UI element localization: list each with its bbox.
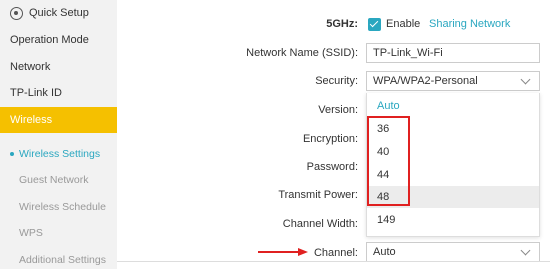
- annotation-highlight-box: [367, 116, 410, 206]
- ssid-label: Network Name (SSID):: [246, 47, 358, 59]
- channel-label: Channel:: [313, 247, 358, 259]
- sidebar-item-quick-setup[interactable]: Quick Setup: [0, 0, 117, 26]
- security-label: Security:: [315, 75, 358, 87]
- sidebar-item-wireless[interactable]: Wireless: [0, 107, 117, 133]
- quick-setup-icon: [10, 6, 23, 20]
- sidebar-subitem-label: Guest Network: [19, 174, 89, 186]
- sharing-network-link[interactable]: Sharing Network: [429, 18, 510, 30]
- sidebar-subitem-wps[interactable]: WPS: [0, 220, 117, 246]
- sidebar-subitem-label: WPS: [19, 227, 43, 239]
- current-dot-icon: [10, 152, 14, 156]
- band-label: 5GHz:: [326, 18, 358, 30]
- password-label: Password:: [306, 161, 358, 173]
- sidebar-item-label: Network: [10, 61, 51, 73]
- divider: [117, 261, 550, 262]
- ssid-input[interactable]: TP-Link_Wi-Fi: [366, 43, 540, 63]
- sidebar-item-operation-mode[interactable]: Operation Mode: [0, 27, 117, 53]
- ssid-value: TP-Link_Wi-Fi: [373, 47, 443, 59]
- enable-checkbox[interactable]: [368, 18, 381, 31]
- channel-value: Auto: [373, 246, 396, 258]
- sidebar-subitem-wireless-schedule[interactable]: Wireless Schedule: [0, 194, 117, 220]
- encryption-label: Encryption:: [302, 133, 358, 145]
- sidebar-item-label: Wireless: [10, 114, 53, 126]
- sidebar-item-label: TP-Link ID: [10, 87, 62, 99]
- channel-option-auto[interactable]: Auto: [367, 95, 539, 117]
- channel-option-149[interactable]: 149: [367, 209, 539, 231]
- sidebar-item-label: Operation Mode: [10, 34, 89, 46]
- security-select[interactable]: WPA/WPA2-Personal: [366, 71, 540, 91]
- sidebar-subitem-label: Wireless Settings: [19, 148, 101, 160]
- sidebar-item-tplink-id[interactable]: TP-Link ID: [0, 80, 117, 106]
- version-label: Version:: [318, 104, 358, 116]
- sidebar-subitem-wireless-settings[interactable]: Wireless Settings: [0, 141, 117, 167]
- channel-width-label: Channel Width:: [282, 218, 358, 230]
- sidebar-subitem-label: Wireless Schedule: [19, 201, 106, 213]
- annotation-arrow-icon: [258, 248, 308, 256]
- sidebar-subitem-additional-settings[interactable]: Additional Settings: [0, 247, 117, 269]
- channel-select[interactable]: Auto: [366, 242, 540, 262]
- sidebar-item-label: Quick Setup: [29, 7, 89, 19]
- sidebar-subitem-label: Additional Settings: [19, 254, 106, 266]
- transmit-power-label: Transmit Power:: [278, 189, 358, 201]
- sidebar-subitem-guest-network[interactable]: Guest Network: [0, 167, 117, 193]
- sidebar: Quick Setup Operation Mode Network TP-Li…: [0, 0, 117, 269]
- security-value: WPA/WPA2-Personal: [373, 75, 478, 87]
- chevron-down-icon: [520, 245, 531, 256]
- enable-label: Enable: [386, 18, 421, 30]
- sidebar-item-network[interactable]: Network: [0, 54, 117, 80]
- chevron-down-icon: [520, 74, 531, 85]
